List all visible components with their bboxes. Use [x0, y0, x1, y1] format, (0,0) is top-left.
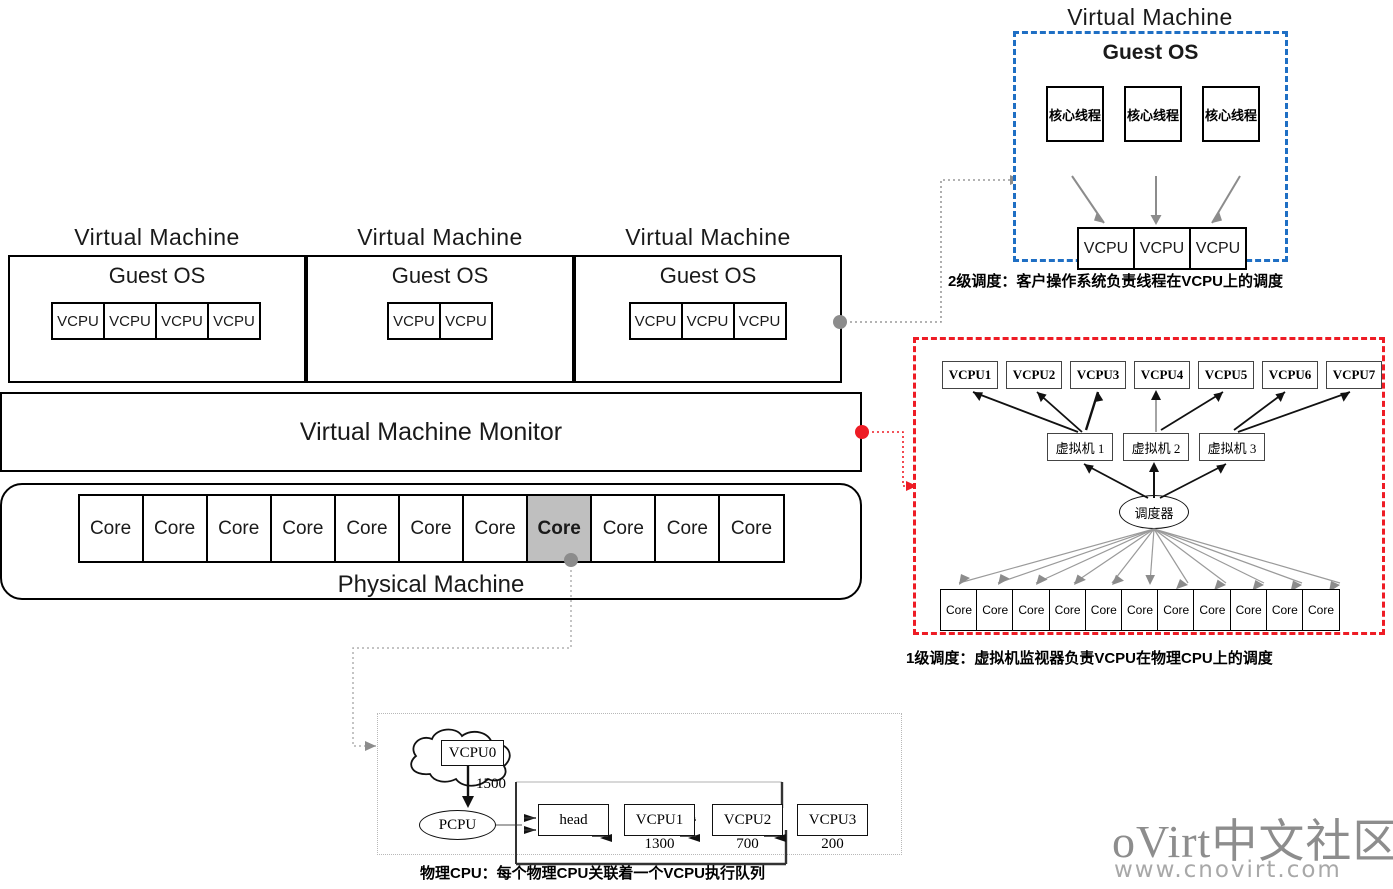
connector-vm3-to-level2	[833, 175, 1021, 329]
guest-os-label-2: Guest OS	[391, 263, 489, 288]
vcpu-cell[interactable]: VCPU	[439, 302, 493, 340]
level2-vcpu-box[interactable]: VCPU	[1133, 227, 1191, 270]
level1-caption: 1级调度：虚拟机监视器负责VCPU在物理CPU上的调度	[906, 650, 1273, 667]
level1-core-cell[interactable]: Core	[1302, 589, 1341, 631]
level1-core-cell[interactable]: Core	[1121, 589, 1160, 631]
guest-os-label-1: Guest OS	[108, 263, 206, 288]
vcpu-strip-2: VCPU VCPU	[387, 302, 493, 340]
guest-os-box-2: Guest OS VCPU VCPU	[306, 255, 574, 383]
kernel-thread-box[interactable]: 核心线程	[1202, 86, 1260, 142]
guest-os-label-3: Guest OS	[659, 263, 757, 288]
core-cell[interactable]: Core	[654, 494, 721, 563]
vm-title-1: Virtual Machine	[74, 224, 240, 250]
level1-core-cell[interactable]: Core	[976, 589, 1015, 631]
level2-vcpu-box[interactable]: VCPU	[1189, 227, 1247, 270]
level2-panel: Guest OS 核心线程 核心线程 核心线程 VCPU VCPU VCPU	[1013, 31, 1288, 270]
vcpu0-box[interactable]: VCPU0	[441, 740, 504, 766]
vcpu-cell[interactable]: VCPU	[51, 302, 105, 340]
vcpu-cell[interactable]: VCPU	[387, 302, 441, 340]
vcpu-cell[interactable]: VCPU	[103, 302, 157, 340]
level2-vm-title: Virtual Machine	[1067, 4, 1233, 30]
level1-core-strip: Core Core Core Core Core Core Core Core …	[940, 589, 1341, 631]
core-cell[interactable]: Core	[718, 494, 785, 563]
queue-vcpu-box[interactable]: VCPU3	[797, 804, 868, 836]
kernel-thread-box[interactable]: 核心线程	[1046, 86, 1104, 142]
level2-vcpu-box[interactable]: VCPU	[1077, 227, 1135, 270]
guest-os-box-3: Guest OS VCPU VCPU VCPU	[574, 255, 842, 383]
guest-os-box-1: Guest OS VCPU VCPU VCPU VCPU	[8, 255, 306, 383]
level2-caption: 2级调度：客户操作系统负责线程在VCPU上的调度	[948, 273, 1284, 290]
level1-scheduler-to-vm-arrows	[1083, 462, 1227, 499]
level2-guest-os-label: Guest OS	[1102, 41, 1199, 64]
vm-title-2: Virtual Machine	[357, 224, 523, 250]
pcpu-caption: 物理CPU：每个物理CPU关联着一个VCPU执行队列	[420, 865, 766, 882]
level1-core-cell[interactable]: Core	[1229, 589, 1268, 631]
level1-core-cell[interactable]: Core	[1157, 589, 1196, 631]
pcpu-node[interactable]: PCPU	[419, 810, 496, 840]
vcpu-cell[interactable]: VCPU	[155, 302, 209, 340]
level1-core-cell[interactable]: Core	[1193, 589, 1232, 631]
watermark-line2: www.cnovirt.com	[1114, 857, 1342, 883]
level1-vm-to-vcpu-arrows	[972, 390, 1351, 433]
queue-vcpu-box[interactable]: VCPU2	[712, 804, 783, 836]
queue-head-box[interactable]: head	[538, 804, 609, 836]
virtual-machine-monitor-box: Virtual Machine Monitor	[0, 392, 862, 472]
vcpu-strip-1: VCPU VCPU VCPU VCPU	[51, 302, 263, 340]
vcpu-cell[interactable]: VCPU	[207, 302, 261, 340]
core-cell[interactable]: Core	[269, 494, 336, 563]
queue-weight-label: 700	[736, 836, 759, 852]
vcpu-cell[interactable]: VCPU	[732, 302, 787, 340]
level1-panel: VCPU1 VCPU2 VCPU3 VCPU4 VCPU5 VCPU6 VCPU…	[913, 337, 1385, 635]
pcpu-panel: VCPU0 1500 PCPU head VCPU1 VCPU2 VCPU3 1…	[377, 713, 902, 866]
level1-core-cell[interactable]: Core	[1084, 589, 1123, 631]
vm-title-3: Virtual Machine	[625, 224, 791, 250]
queue-weight-label: 200	[821, 836, 844, 852]
core-cell[interactable]: Core	[77, 494, 144, 563]
level1-core-cell[interactable]: Core	[940, 589, 978, 631]
queue-vcpu-box[interactable]: VCPU1	[624, 804, 695, 836]
level1-core-cell[interactable]: Core	[1012, 589, 1051, 631]
vcpu-cell[interactable]: VCPU	[680, 302, 735, 340]
core-cell[interactable]: Core	[141, 494, 208, 563]
core-cell[interactable]: Core	[590, 494, 657, 563]
kernel-thread-box[interactable]: 核心线程	[1124, 86, 1182, 142]
vcpu-cell[interactable]: VCPU	[628, 302, 683, 340]
virtual-machine-monitor-label: Virtual Machine Monitor	[299, 417, 563, 446]
level1-core-cell[interactable]: Core	[1265, 589, 1304, 631]
level1-core-cell[interactable]: Core	[1048, 589, 1087, 631]
core-cell[interactable]: Core	[205, 494, 272, 563]
vcpu-strip-3: VCPU VCPU VCPU	[628, 302, 788, 340]
queue-weight-label: 1300	[644, 836, 675, 852]
